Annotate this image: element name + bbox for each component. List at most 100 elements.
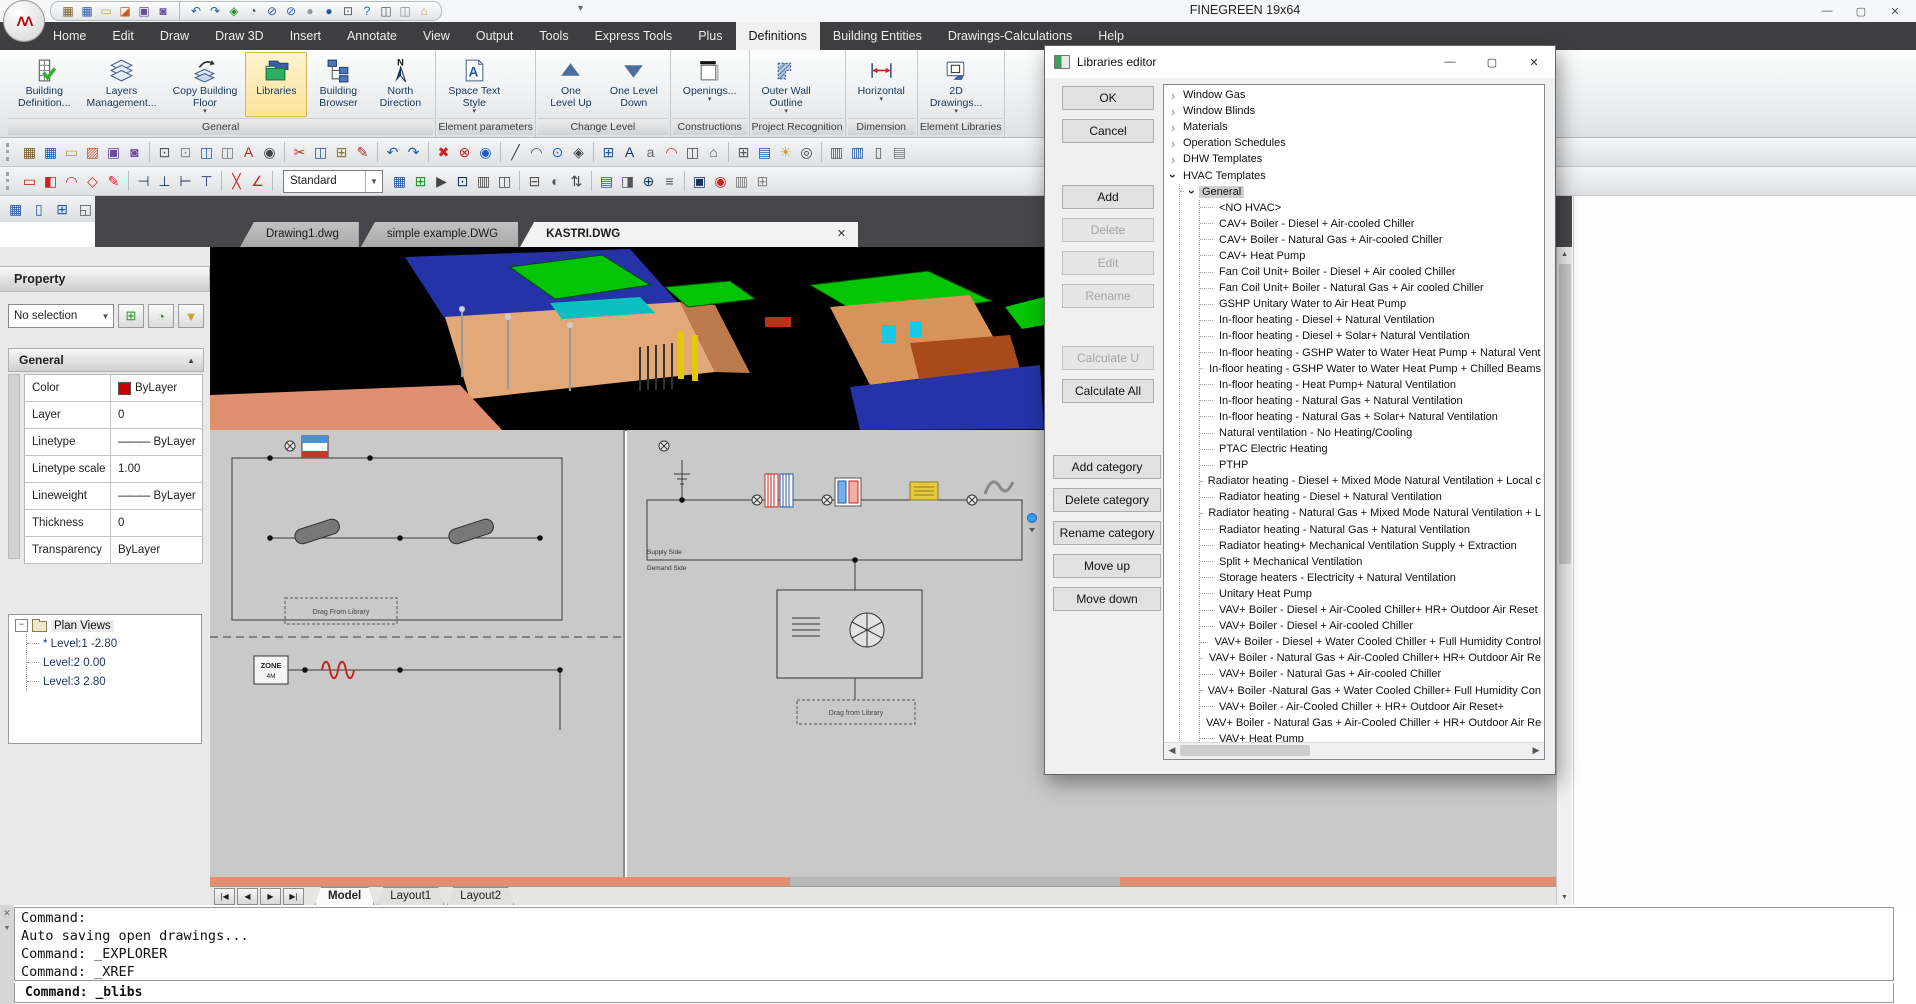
menu-tab-output[interactable]: Output — [463, 22, 527, 50]
ribbon-button-building-definition[interactable]: BuildingDefinition... — [10, 52, 79, 117]
ribbon-button-openings[interactable]: Openings...▾ — [675, 52, 745, 117]
tree-item-vav-boiler-diesel-air-cooled-chiller-hr-outdoor-air-reset[interactable]: VAV+ Boiler - Diesel + Air-Cooled Chille… — [1200, 602, 1544, 618]
property-value[interactable]: ———ByLayer — [111, 483, 203, 509]
qa-zoom-clock-icon[interactable]: ◔ — [246, 5, 260, 17]
cut-icon[interactable]: ✂ — [289, 142, 310, 163]
property-value[interactable]: 0 — [111, 510, 203, 536]
poly-icon[interactable]: ◇ — [82, 171, 103, 192]
layout-nav-1[interactable]: ◀ — [237, 888, 258, 905]
home-view-icon[interactable]: ⌂ — [703, 142, 724, 163]
chevron-down-icon[interactable]: ▾ — [784, 109, 788, 115]
qa-copy-icon[interactable]: ◫ — [398, 5, 412, 17]
qa-save-icon[interactable]: ▣ — [137, 5, 151, 17]
menu-tab-plus[interactable]: Plus — [685, 22, 735, 50]
list-icon[interactable]: ≡ — [659, 171, 680, 192]
ribbon-button-2d-drawings[interactable]: 2DDrawings...▾ — [922, 52, 991, 117]
spell-icon[interactable]: A — [238, 142, 259, 163]
chevron-collapsed-icon[interactable]: › — [1166, 88, 1180, 103]
tree-item-vav-boiler-diesel-water-cooled-chiller-full-humidity-control[interactable]: VAV+ Boiler - Diesel + Water Cooled Chil… — [1200, 634, 1544, 650]
bld-new-icon[interactable]: ▦ — [19, 142, 40, 163]
chevron-collapsed-icon[interactable]: › — [1166, 120, 1180, 135]
menu-tab-home[interactable]: Home — [40, 22, 99, 50]
layout-tab-model[interactable]: Model — [315, 887, 374, 905]
chevron-collapsed-icon[interactable]: › — [1166, 152, 1180, 167]
tree-item-in-floor-heating-natural-gas-natural-ventilation[interactable]: In-floor heating - Natural Gas + Natural… — [1200, 393, 1544, 409]
ribbon-button-one-level-down[interactable]: One LevelDown — [602, 52, 666, 117]
property-value[interactable]: ———ByLayer — [111, 429, 203, 455]
table-icon[interactable]: ⊞ — [733, 142, 754, 163]
qa-bld-new-icon[interactable]: ▦ — [61, 5, 75, 17]
tree-item-split-mechanical-ventilation[interactable]: Split + Mechanical Ventilation — [1200, 554, 1544, 570]
plan-level-item[interactable]: Level:2 0.00 — [27, 653, 201, 672]
qa-print-icon[interactable]: ⊡ — [341, 5, 355, 17]
dim-left-icon[interactable]: ⊣ — [133, 171, 154, 192]
layout-nav-0[interactable]: |◀ — [214, 888, 235, 905]
tree-item-vav-boiler-natural-gas-water-cooled-chiller-full-humidity-con[interactable]: VAV+ Boiler -Natural Gas + Water Cooled … — [1200, 682, 1544, 698]
block-tool-icon[interactable]: ◱ — [76, 199, 95, 220]
save-icon[interactable]: ▣ — [103, 142, 124, 163]
plan-level-item[interactable]: * Level:1 -2.80 — [27, 634, 201, 653]
grid2-icon[interactable]: ⊞ — [752, 171, 773, 192]
vertical-scrollbar[interactable]: ▲ ▼ — [1556, 247, 1572, 905]
chevron-down-icon[interactable]: ▾ — [954, 109, 958, 115]
chevron-expanded-icon[interactable]: › — [1166, 169, 1180, 183]
scrollbar-thumb[interactable] — [1180, 745, 1310, 756]
bld-open-icon[interactable]: ▦ — [40, 142, 61, 163]
tree-item-vav-boiler-diesel-air-cooled-chiller[interactable]: VAV+ Boiler - Diesel + Air-cooled Chille… — [1200, 618, 1544, 634]
copy-icon[interactable]: ◫ — [310, 142, 331, 163]
tree-item-vav-boiler-natural-gas-air-cooled-chiller-hr-outdoor-air-re[interactable]: VAV+ Boiler - Natural Gas + Air-Cooled C… — [1200, 715, 1544, 731]
maximize-icon[interactable]: ▢ — [1844, 0, 1878, 22]
tree-item-in-floor-heating-gshp-water-to-water-heat-pump-chilled-beams[interactable]: In-floor heating - GSHP Water to Water H… — [1200, 361, 1544, 377]
menu-tab-tools[interactable]: Tools — [526, 22, 581, 50]
tree-item-general[interactable]: ›General — [1180, 184, 1544, 200]
camera-icon[interactable]: ◫ — [682, 142, 703, 163]
undo-icon[interactable]: ↶ — [382, 142, 403, 163]
selection-combo[interactable]: No selection▼ — [8, 304, 114, 328]
column2-icon[interactable]: ▥ — [847, 142, 868, 163]
grid-blue-icon[interactable]: ▦ — [389, 171, 410, 192]
qa-redo-icon[interactable]: ↷ — [208, 5, 222, 17]
ribbon-button-layers-management[interactable]: LayersManagement... — [79, 52, 165, 117]
door-tool-icon[interactable]: ▯ — [29, 199, 48, 220]
chevron-expanded-icon[interactable]: › — [1185, 185, 1199, 199]
swap-icon[interactable]: ⇅ — [566, 171, 587, 192]
add-category-button[interactable]: Add category — [1053, 455, 1161, 479]
menu-tab-draw-3d[interactable]: Draw 3D — [202, 22, 277, 50]
new-file-icon[interactable]: ▭ — [61, 142, 82, 163]
sheet2-icon[interactable]: ▤ — [596, 171, 617, 192]
qa-open-icon[interactable]: ◪ — [118, 5, 132, 17]
scroll-down-icon[interactable]: ▼ — [1557, 890, 1572, 905]
qa-shade2-icon[interactable]: ⊘ — [284, 5, 298, 17]
tree-item-cav-boiler-natural-gas-air-cooled-chiller[interactable]: CAV+ Boiler - Natural Gas + Air-cooled C… — [1200, 232, 1544, 248]
target-icon[interactable]: ◉ — [710, 171, 731, 192]
layout-nav-3[interactable]: ▶| — [283, 888, 304, 905]
arc-icon[interactable]: ◠ — [526, 142, 547, 163]
columns-icon[interactable]: ▥ — [473, 171, 494, 192]
chevron-down-icon[interactable]: ▾ — [879, 97, 883, 103]
layers-green-icon[interactable]: ⊞ — [410, 171, 431, 192]
shade-icon[interactable]: ◨ — [617, 171, 638, 192]
quick-select-icon[interactable]: ◔ — [148, 304, 174, 328]
chevron-down-icon[interactable]: ▾ — [708, 97, 712, 103]
plus-circle-icon[interactable]: ⊕ — [638, 171, 659, 192]
close-icon[interactable]: ✕ — [1878, 0, 1912, 22]
print-icon[interactable]: ⊡ — [154, 142, 175, 163]
tree-item-in-floor-heating-natural-gas-solar-natural-ventilation[interactable]: In-floor heating - Natural Gas + Solar+ … — [1200, 409, 1544, 425]
tree-item-cav-heat-pump[interactable]: CAV+ Heat Pump — [1200, 248, 1544, 264]
sun-icon[interactable]: ☀ — [775, 142, 796, 163]
arrow-icon[interactable]: ▶ — [431, 171, 452, 192]
chevron-down-icon[interactable]: ▾ — [203, 109, 207, 115]
dim-right-icon[interactable]: ⊢ — [175, 171, 196, 192]
tree-item-vav-boiler-air-cooled-chiller-hr-outdoor-air-reset[interactable]: VAV+ Boiler - Air-Cooled Chiller + HR+ O… — [1200, 699, 1544, 715]
property-value[interactable]: 0 — [111, 402, 203, 428]
qa-orbit-icon[interactable]: ◈ — [227, 5, 241, 17]
scroll-right-icon[interactable]: ▶ — [1528, 743, 1544, 758]
menu-tab-insert[interactable]: Insert — [277, 22, 334, 50]
help-icon[interactable]: ◉ — [475, 142, 496, 163]
tree-item-ptac-electric-heating[interactable]: PTAC Electric Heating — [1200, 441, 1544, 457]
menu-tab-edit[interactable]: Edit — [99, 22, 147, 50]
wall-tool-icon[interactable]: ▦ — [6, 199, 25, 220]
move-up-button[interactable]: Move up — [1053, 554, 1161, 578]
tree-item-operation-schedules[interactable]: ›Operation Schedules — [1166, 135, 1544, 151]
ribbon-button-north-direction[interactable]: NNorthDirection — [369, 52, 431, 117]
